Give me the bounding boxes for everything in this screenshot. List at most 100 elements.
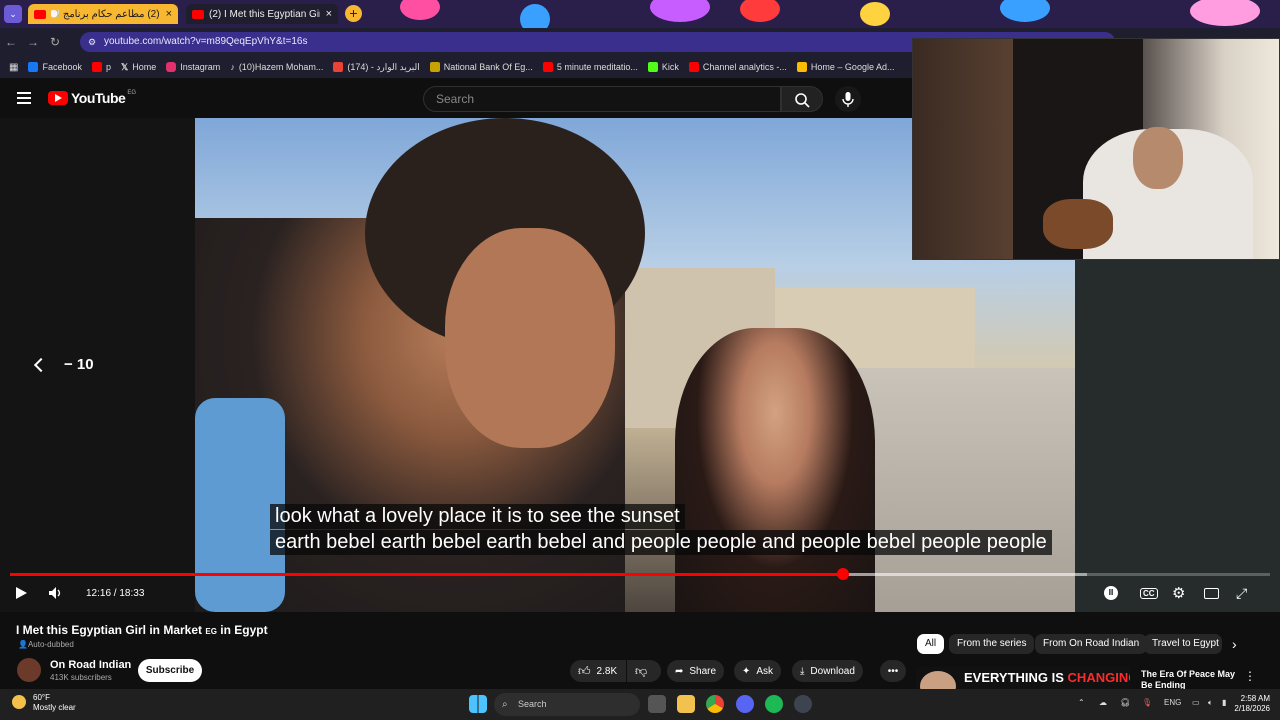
chevron-left-icon (33, 357, 49, 372)
search-button[interactable] (781, 86, 823, 112)
chip-from-channel[interactable]: From On Road Indian (1035, 634, 1148, 654)
youtube-header: YouTube EG Search (0, 78, 912, 118)
sparkle-icon: ✦ (742, 665, 751, 677)
youtube-logo[interactable]: YouTube EG (48, 90, 136, 106)
fullscreen-icon: ⤢ (1236, 584, 1248, 601)
chip-from-the-series[interactable]: From the series (949, 634, 1035, 654)
battery-icon[interactable]: ▮ (1222, 698, 1226, 707)
autoplay-toggle[interactable]: II (1104, 584, 1118, 602)
progress-bar[interactable] (10, 568, 1270, 580)
clock-date: 2/18/2026 (1234, 704, 1270, 713)
site-info-icon[interactable]: ⚙ (88, 32, 96, 52)
network-icon[interactable]: ▭ (1192, 698, 1200, 707)
bookmark-item[interactable]: (174) - البريد الوارد (333, 61, 420, 73)
microphone-icon (842, 92, 854, 107)
up-next-title[interactable]: The Era Of Peace May Be Ending (1141, 669, 1241, 689)
bookmark-item[interactable]: ♪ (10)Hazem Moham... (230, 62, 323, 72)
thumb-text-red: CHANGING (1067, 670, 1130, 685)
like-button[interactable]: 👍︎ 2.8K (570, 660, 626, 682)
weather-widget[interactable]: 60°F Mostly clear (12, 693, 76, 713)
speaker-icon[interactable]: 🔈︎ (1208, 698, 1213, 708)
download-icon: ⤓ (800, 665, 805, 677)
steam-icon[interactable] (794, 695, 812, 713)
reload-icon[interactable]: ↻ (44, 35, 66, 49)
language-indicator[interactable]: ENG (1164, 698, 1181, 707)
play-button[interactable] (14, 584, 28, 602)
flag-text: EG (205, 627, 217, 636)
back-icon[interactable]: ← (0, 35, 22, 49)
gmail-icon (333, 62, 344, 72)
settings-button[interactable]: ⚙ (1172, 584, 1185, 602)
bookmark-label: p (105, 62, 111, 72)
download-button[interactable]: ⤓ Download (792, 660, 863, 682)
spotify-icon[interactable] (765, 695, 783, 713)
more-actions-button[interactable]: ••• (880, 660, 906, 682)
windows-start-icon[interactable] (469, 695, 487, 713)
subscriber-count: 413K subscribers (50, 673, 112, 682)
onedrive-icon[interactable]: ☁ (1099, 698, 1107, 707)
chevron-up-icon[interactable]: ⌃ (1078, 698, 1085, 707)
chip-all[interactable]: All (917, 634, 945, 654)
volume-button[interactable] (48, 584, 64, 602)
tab-previous[interactable]: (2) مطاعم حكام برنامج 🍽️ Tube × (28, 4, 178, 24)
close-icon[interactable]: × (166, 8, 172, 20)
bookmark-item[interactable]: Facebook (28, 62, 82, 72)
new-tab-button[interactable]: + (345, 5, 362, 22)
chevron-right-icon[interactable]: › (1232, 636, 1237, 652)
forward-icon[interactable]: → (22, 35, 44, 49)
channel-avatar[interactable] (17, 658, 41, 682)
apps-icon[interactable]: ▦ (9, 62, 18, 73)
seek-back-indicator[interactable]: − 10 (33, 356, 94, 373)
wallpaper-blob (400, 0, 440, 20)
voice-search-button[interactable] (835, 86, 861, 112)
bookmark-item[interactable]: Instagram (166, 62, 220, 72)
fullscreen-button[interactable]: ⤢ (1236, 584, 1247, 602)
share-button[interactable]: ➦ Share (667, 660, 725, 682)
file-explorer-icon[interactable] (677, 695, 695, 713)
volume-icon (49, 587, 61, 599)
captions-button[interactable]: CC (1140, 584, 1158, 602)
theater-mode-button[interactable] (1204, 584, 1219, 602)
tab-search-icon[interactable]: ⌄ (4, 5, 22, 23)
dog-image (1043, 199, 1113, 249)
region-code: EG (127, 90, 136, 96)
subscribe-button[interactable]: Subscribe (138, 659, 202, 682)
youtube-icon (192, 9, 204, 19)
mic-tray-icon[interactable]: 🎙︎ (1142, 698, 1152, 707)
bookmark-item[interactable]: Channel analytics -... (688, 62, 787, 72)
chip-travel-to-egypt[interactable]: Travel to Egypt (1144, 634, 1222, 654)
bookmark-item[interactable]: Home – Google Ad... (796, 62, 894, 72)
close-icon[interactable]: × (326, 8, 332, 20)
instagram-icon (166, 62, 177, 72)
bookmark-item[interactable]: National Bank Of Eg... (429, 62, 533, 72)
chrome-icon[interactable] (706, 695, 724, 713)
bookmark-label: Home (132, 62, 157, 72)
bookmark-item[interactable]: 𝕏 Home (121, 62, 156, 73)
tab-active[interactable]: (2) I Met this Egyptian Girl in M × (186, 4, 338, 24)
clock[interactable]: 2:58 AM 2/18/2026 (1232, 694, 1270, 714)
bookmark-item[interactable]: 5 minute meditatio... (542, 62, 638, 72)
pause-icon: II (1104, 586, 1118, 600)
youtube-icon (688, 62, 699, 72)
bookmark-label: 5 minute meditatio... (556, 62, 638, 72)
bookmark-label: (174) - البريد الوارد (347, 61, 420, 72)
wallpaper-blob (1190, 0, 1260, 26)
discord-icon[interactable] (736, 695, 754, 713)
search-input[interactable]: Search (423, 86, 781, 112)
up-next-thumbnail[interactable]: EVERYTHING IS CHANGING (916, 667, 1130, 689)
headset-icon[interactable]: 🎧︎ (1120, 698, 1130, 707)
channel-name[interactable]: On Road Indian (50, 659, 131, 671)
more-vert-icon[interactable]: ⋮ (1244, 669, 1256, 683)
title-text: I Met this Egyptian Girl in Market (16, 623, 203, 637)
share-label: Share (689, 665, 717, 677)
hamburger-menu-icon[interactable] (17, 92, 31, 104)
task-view-icon[interactable] (648, 695, 666, 713)
more-icon: ••• (887, 665, 899, 677)
buffered-bar (843, 573, 1088, 576)
taskbar-search[interactable]: ⌕ Search (494, 693, 640, 716)
ask-button[interactable]: ✦ Ask (734, 660, 782, 682)
bookmark-item[interactable]: p (91, 62, 111, 72)
bookmark-item[interactable]: Kick (647, 62, 679, 72)
video-metadata: I Met this Egyptian Girl in Market EG in… (0, 612, 1280, 689)
dislike-button[interactable]: 👎︎ (627, 660, 661, 682)
